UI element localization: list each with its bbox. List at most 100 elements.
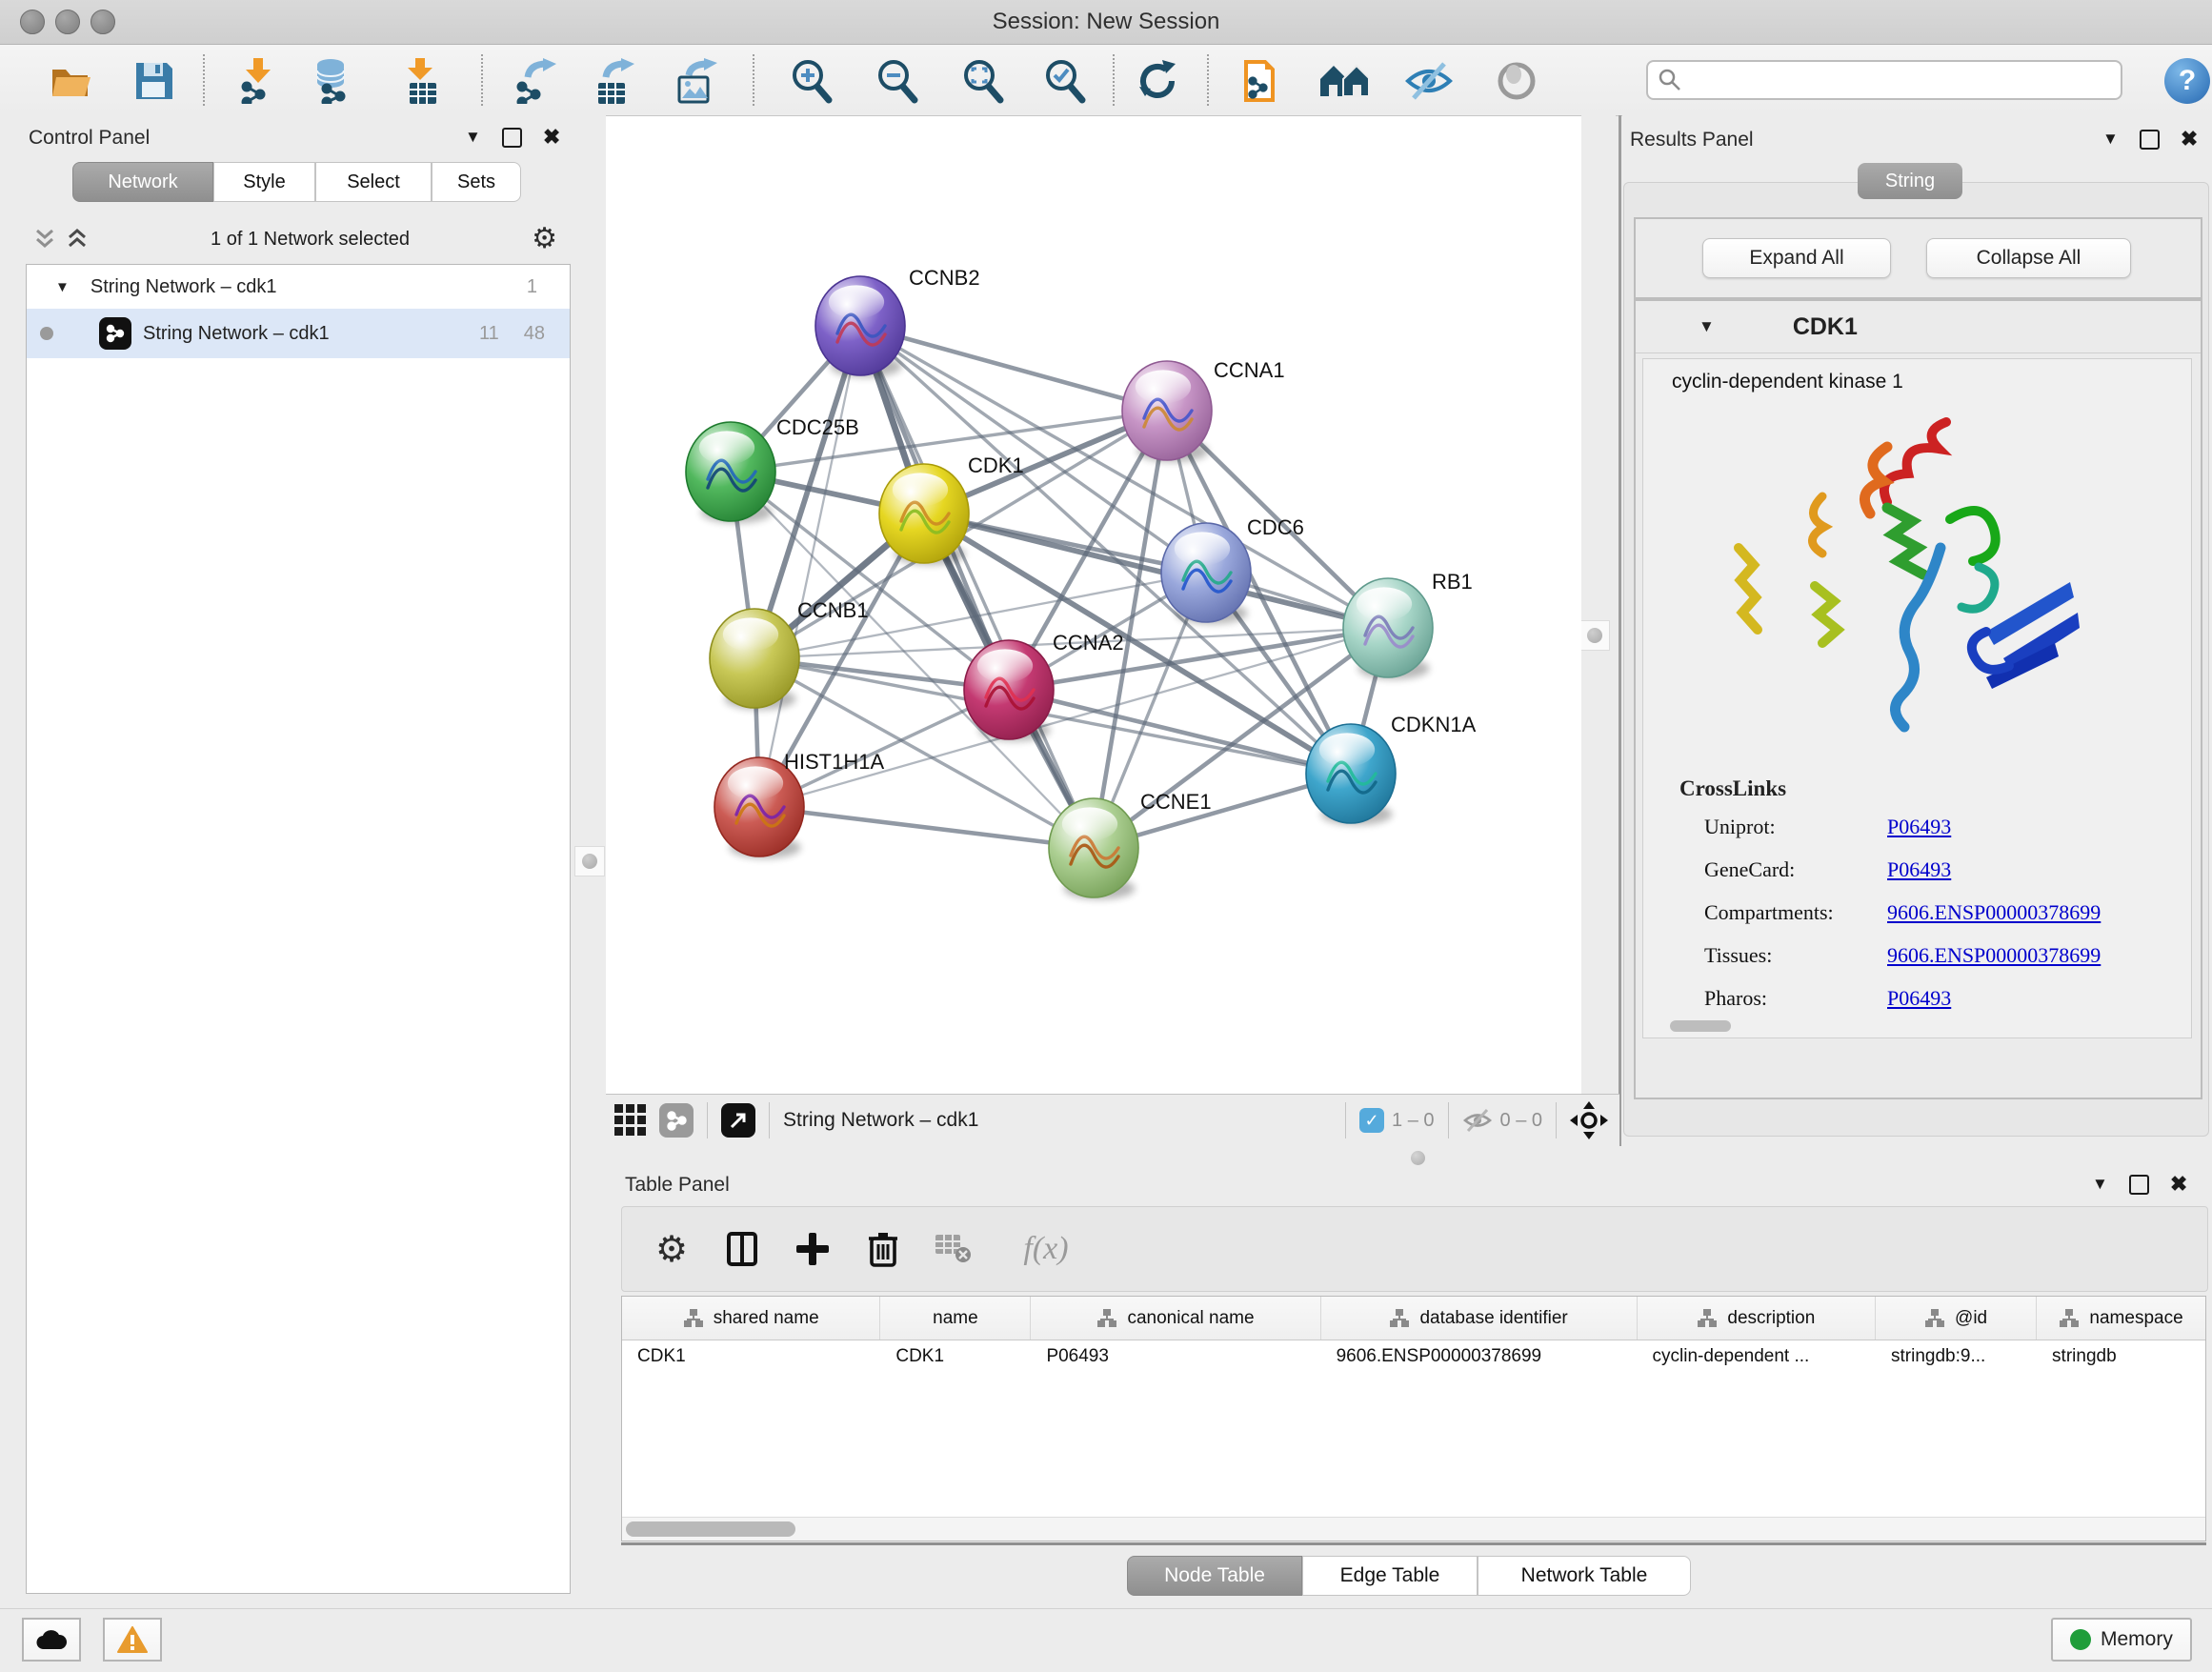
tab-sets[interactable]: Sets xyxy=(432,162,521,202)
save-floppy-icon xyxy=(134,61,174,101)
help-button[interactable]: ? xyxy=(2164,58,2210,104)
selected-checkbox-icon[interactable]: ✓ xyxy=(1359,1108,1384,1133)
show-columns-icon[interactable] xyxy=(721,1228,763,1270)
grid-view-icon[interactable] xyxy=(612,1099,650,1141)
network-collection-row[interactable]: ▼ String Network – cdk1 1 xyxy=(27,265,570,309)
string-glass-toggle-button[interactable] xyxy=(1404,56,1454,106)
function-builder-button[interactable]: f(x) xyxy=(1003,1228,1089,1270)
protein-expander-icon[interactable]: ▼ xyxy=(1699,317,1715,336)
network-row[interactable]: String Network – cdk1 11 48 xyxy=(27,309,570,358)
open-in-window-icon[interactable] xyxy=(721,1103,755,1138)
table-row[interactable]: CDK1 CDK1 P06493 9606.ENSP00000378699 cy… xyxy=(622,1340,2205,1373)
tab-select[interactable]: Select xyxy=(315,162,432,202)
network-view-toolbar: String Network – cdk1 ✓ 1 – 0 0 – 0 xyxy=(606,1094,1619,1147)
panel-close-icon[interactable]: ✖ xyxy=(2181,127,2198,151)
cell-name[interactable]: CDK1 xyxy=(880,1340,1031,1373)
save-session-button[interactable] xyxy=(130,56,179,106)
panel-float-icon[interactable] xyxy=(502,128,522,148)
table-hscrollbar[interactable] xyxy=(622,1517,2205,1541)
panel-close-icon[interactable]: ✖ xyxy=(2170,1172,2187,1197)
collapse-all-icon[interactable] xyxy=(33,227,56,252)
column-header-id[interactable]: @id xyxy=(1876,1297,2037,1340)
zoom-out-icon xyxy=(875,58,920,104)
cell-canonical-name[interactable]: P06493 xyxy=(1031,1340,1320,1373)
string-homes-button[interactable] xyxy=(1318,56,1368,106)
tab-network-table[interactable]: Network Table xyxy=(1478,1556,1691,1596)
zoom-in-button[interactable] xyxy=(787,56,836,106)
left-splitter-grip[interactable] xyxy=(574,846,605,876)
add-column-icon[interactable] xyxy=(792,1228,834,1270)
search-input[interactable] xyxy=(1682,69,2086,92)
export-network-file-button[interactable] xyxy=(513,56,562,106)
string-network-graph[interactable]: CCNB2CCNA1CDC25BCDK1CDC6RB1CCNB1CCNA2CDK… xyxy=(606,116,1581,1094)
cell-namespace[interactable]: stringdb xyxy=(2037,1340,2205,1373)
cell-shared-name[interactable]: CDK1 xyxy=(622,1340,880,1373)
right-splitter-grip[interactable] xyxy=(1579,620,1610,651)
global-search-box[interactable] xyxy=(1646,60,2122,100)
toolbar-separator xyxy=(203,54,205,106)
warnings-button[interactable] xyxy=(103,1618,162,1662)
panel-menu-icon[interactable]: ▼ xyxy=(2102,130,2119,149)
panel-close-icon[interactable]: ✖ xyxy=(543,125,560,150)
open-session-button[interactable] xyxy=(48,56,97,106)
cloud-status-button[interactable] xyxy=(22,1618,81,1662)
export-table-file-button[interactable] xyxy=(591,56,640,106)
node-table[interactable]: shared name name canonical name database… xyxy=(621,1296,2206,1541)
zoom-out-button[interactable] xyxy=(873,56,922,106)
panel-menu-icon[interactable]: ▼ xyxy=(2092,1175,2108,1194)
zoom-selected-button[interactable] xyxy=(1040,56,1090,106)
protein-header[interactable]: ▼ CDK1 xyxy=(1636,301,2201,353)
crosslink-link[interactable]: P06493 xyxy=(1887,815,1951,839)
column-header-namespace[interactable]: namespace xyxy=(2037,1297,2205,1340)
column-header-shared-name[interactable]: shared name xyxy=(622,1297,880,1340)
collapse-all-button[interactable]: Collapse All xyxy=(1926,238,2131,278)
column-header-description[interactable]: description xyxy=(1638,1297,1877,1340)
table-settings-gear-icon[interactable]: ⚙ xyxy=(651,1228,693,1270)
panel-float-icon[interactable] xyxy=(2140,130,2160,150)
cell-database-identifier[interactable]: 9606.ENSP00000378699 xyxy=(1321,1340,1638,1373)
expand-collapse-box: Expand All Collapse All xyxy=(1634,217,2202,299)
toolbar-separator xyxy=(1448,1102,1449,1138)
string-import-button[interactable] xyxy=(1238,56,1288,106)
string-sphere-button[interactable] xyxy=(1492,56,1541,106)
refresh-button[interactable] xyxy=(1134,56,1183,106)
crosslink-link[interactable]: P06493 xyxy=(1887,986,1951,1011)
delete-table-icon[interactable] xyxy=(933,1228,975,1270)
memory-button[interactable]: Memory xyxy=(2051,1618,2192,1662)
panel-menu-icon[interactable]: ▼ xyxy=(465,128,481,147)
import-table-file-button[interactable] xyxy=(398,56,448,106)
column-header-database-identifier[interactable]: database identifier xyxy=(1321,1297,1638,1340)
panel-float-icon[interactable] xyxy=(2129,1175,2149,1195)
column-header-name[interactable]: name xyxy=(880,1297,1031,1340)
svg-text:HIST1H1A: HIST1H1A xyxy=(784,750,884,774)
results-hscroll-thumb[interactable] xyxy=(1670,1020,1731,1032)
svg-text:CCNA2: CCNA2 xyxy=(1053,631,1124,655)
table-hscrollbar-thumb[interactable] xyxy=(626,1521,795,1537)
horizontal-splitter-grip[interactable] xyxy=(1411,1151,1425,1165)
export-image-button[interactable] xyxy=(672,56,721,106)
tab-edge-table[interactable]: Edge Table xyxy=(1302,1556,1478,1596)
cell-description[interactable]: cyclin-dependent ... xyxy=(1638,1340,1876,1373)
import-network-file-button[interactable] xyxy=(234,56,284,106)
crosslink-link[interactable]: 9606.ENSP00000378699 xyxy=(1887,943,2101,968)
crosslink-link[interactable]: P06493 xyxy=(1887,857,1951,882)
cell-id[interactable]: stringdb:9... xyxy=(1876,1340,2037,1373)
network-badge-icon[interactable] xyxy=(659,1103,694,1138)
results-tab-string[interactable]: String xyxy=(1858,163,1962,199)
tab-style[interactable]: Style xyxy=(213,162,315,202)
collection-expander-icon[interactable]: ▼ xyxy=(55,279,70,295)
expand-all-button[interactable]: Expand All xyxy=(1702,238,1891,278)
crosslink-link[interactable]: 9606.ENSP00000378699 xyxy=(1887,900,2101,925)
cloud-icon xyxy=(35,1628,68,1651)
import-network-database-button[interactable] xyxy=(309,56,358,106)
tab-network[interactable]: Network xyxy=(72,162,213,202)
zoom-fit-button[interactable] xyxy=(958,56,1008,106)
tab-node-table[interactable]: Node Table xyxy=(1127,1556,1302,1596)
delete-column-icon[interactable] xyxy=(862,1228,904,1270)
network-canvas[interactable]: CCNB2CCNA1CDC25BCDK1CDC6RB1CCNB1CCNA2CDK… xyxy=(606,116,1581,1094)
column-header-canonical-name[interactable]: canonical name xyxy=(1031,1297,1320,1340)
gear-icon[interactable]: ⚙ xyxy=(532,225,557,253)
birds-eye-view-icon[interactable] xyxy=(1570,1101,1608,1139)
protein-name: CDK1 xyxy=(1793,313,1858,341)
expand-all-icon[interactable] xyxy=(66,227,89,252)
